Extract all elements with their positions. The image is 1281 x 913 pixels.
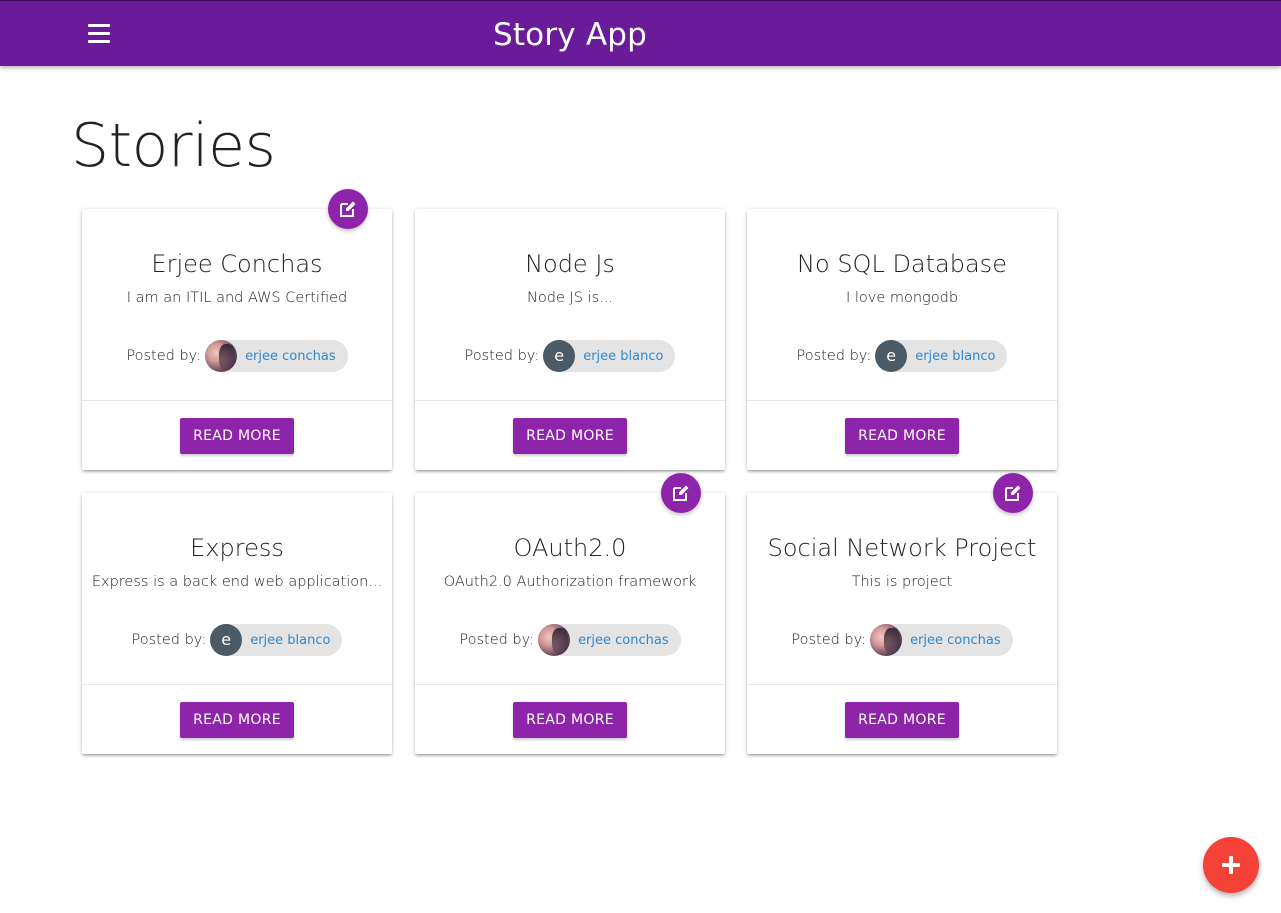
story-card: No SQL Database I love mongodb Posted by…: [747, 209, 1057, 470]
story-card: Express Express is a back end web applic…: [82, 493, 392, 754]
story-title: No SQL Database: [797, 250, 1007, 278]
story-excerpt: I am an ITIL and AWS Certified: [126, 290, 348, 306]
story-excerpt: This is project: [851, 574, 953, 590]
story-excerpt: OAuth2.0 Authorization framework: [443, 574, 697, 590]
author-chip[interactable]: erjee conchas: [538, 624, 681, 656]
card-action: READ MORE: [747, 685, 1057, 754]
card-action: READ MORE: [82, 685, 392, 754]
story-excerpt: I love mongodb: [845, 290, 959, 306]
page-title: Stories: [71, 111, 276, 181]
posted-by-label: Posted by:: [796, 348, 872, 364]
story-excerpt: Express is a back end web application...: [91, 574, 383, 590]
story-title: Node Js: [525, 250, 615, 278]
author-chip[interactable]: erjee conchas: [205, 340, 348, 372]
avatar: [538, 624, 571, 656]
story-title: Social Network Project: [767, 534, 1037, 562]
read-more-button[interactable]: READ MORE: [845, 417, 959, 454]
story-title: OAuth2.0: [513, 534, 627, 562]
read-more-button[interactable]: READ MORE: [845, 701, 959, 738]
posted-by: Posted by: e erjee blanco: [415, 340, 725, 372]
card-content: Express Express is a back end web applic…: [82, 493, 392, 685]
story-card: Social Network Project This is project P…: [747, 493, 1057, 754]
posted-by-label: Posted by:: [126, 348, 202, 364]
story-title: Express: [190, 534, 284, 562]
posted-by: Posted by: erjee conchas: [747, 624, 1057, 656]
author-chip[interactable]: e erjee blanco: [210, 624, 343, 656]
posted-by: Posted by: erjee conchas: [415, 624, 725, 656]
card-action: READ MORE: [82, 401, 392, 470]
story-title: Erjee Conchas: [151, 250, 323, 278]
author-chip[interactable]: e erjee blanco: [875, 340, 1008, 372]
add-story-button[interactable]: [1203, 837, 1259, 893]
edit-icon[interactable]: [661, 473, 701, 513]
edit-icon[interactable]: [328, 189, 368, 229]
read-more-button[interactable]: READ MORE: [180, 701, 294, 738]
posted-by: Posted by: e erjee blanco: [82, 624, 392, 656]
read-more-button[interactable]: READ MORE: [513, 701, 627, 738]
read-more-button[interactable]: READ MORE: [180, 417, 294, 454]
story-card: Erjee Conchas I am an ITIL and AWS Certi…: [82, 209, 392, 470]
posted-by-label: Posted by:: [464, 348, 540, 364]
posted-by-label: Posted by:: [131, 632, 207, 648]
posted-by-label: Posted by:: [459, 632, 535, 648]
card-action: READ MORE: [415, 401, 725, 470]
posted-by: Posted by: erjee conchas: [82, 340, 392, 372]
author-name[interactable]: erjee blanco: [915, 349, 995, 364]
avatar: e: [210, 624, 243, 656]
author-chip[interactable]: erjee conchas: [870, 624, 1013, 656]
card-content: Erjee Conchas I am an ITIL and AWS Certi…: [82, 209, 392, 401]
avatar: e: [543, 340, 576, 372]
avatar: e: [875, 340, 908, 372]
posted-by: Posted by: e erjee blanco: [747, 340, 1057, 372]
read-more-button[interactable]: READ MORE: [513, 417, 627, 454]
card-content: No SQL Database I love mongodb Posted by…: [747, 209, 1057, 401]
card-action: READ MORE: [747, 401, 1057, 470]
author-name[interactable]: erjee conchas: [245, 349, 336, 364]
posted-by-label: Posted by:: [791, 632, 867, 648]
avatar: [870, 624, 903, 656]
avatar: [205, 340, 238, 372]
author-name[interactable]: erjee conchas: [578, 633, 669, 648]
top-navbar: Story App: [0, 0, 1281, 66]
author-name[interactable]: erjee blanco: [250, 633, 330, 648]
author-name[interactable]: erjee blanco: [583, 349, 663, 364]
story-excerpt: Node JS is...: [527, 290, 613, 306]
edit-icon[interactable]: [993, 473, 1033, 513]
card-content: Social Network Project This is project P…: [747, 493, 1057, 685]
card-content: OAuth2.0 OAuth2.0 Authorization framewor…: [415, 493, 725, 685]
author-chip[interactable]: e erjee blanco: [543, 340, 676, 372]
story-card: OAuth2.0 OAuth2.0 Authorization framewor…: [415, 493, 725, 754]
card-content: Node Js Node JS is... Posted by: e erjee…: [415, 209, 725, 401]
story-card: Node Js Node JS is... Posted by: e erjee…: [415, 209, 725, 470]
card-action: READ MORE: [415, 685, 725, 754]
author-name[interactable]: erjee conchas: [910, 633, 1001, 648]
app-title[interactable]: Story App: [0, 15, 1140, 55]
